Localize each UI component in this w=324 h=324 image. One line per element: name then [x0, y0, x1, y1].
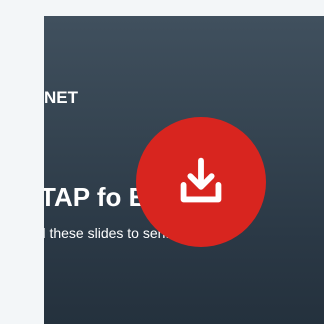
download-button[interactable]	[136, 117, 266, 247]
brand-logo: NET	[44, 88, 78, 107]
download-icon	[180, 157, 222, 203]
